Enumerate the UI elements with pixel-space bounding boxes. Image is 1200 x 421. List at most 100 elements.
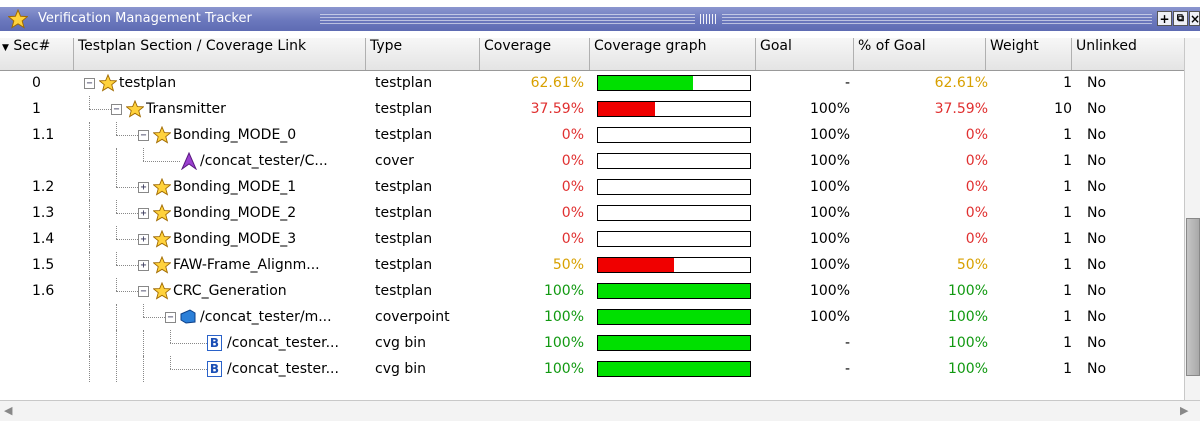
section-name[interactable]: /concat_tester/m...: [200, 304, 372, 330]
restore-button[interactable]: ⧉: [1173, 11, 1188, 26]
table-row[interactable]: 1.6 − CRC_Generation testplan 100% 100% 100% 1 N…: [0, 278, 1184, 304]
tree-guide-line: [170, 330, 171, 343]
table-row[interactable]: 1 − Transmitter testplan 37.59% 100% 37.59% 10 N…: [0, 96, 1184, 122]
table-row[interactable]: B/concat_tester... cvg bin 100% - 100% 1 No: [0, 356, 1184, 382]
column-header-sec[interactable]: ▼ Sec#: [0, 38, 74, 70]
collapse-icon[interactable]: −: [138, 286, 149, 297]
goal-value: 100%: [809, 179, 850, 195]
collapse-icon[interactable]: −: [138, 130, 149, 141]
scroll-right-icon[interactable]: ▶: [1180, 404, 1188, 417]
horizontal-scrollbar[interactable]: ◀ ▶: [0, 400, 1200, 421]
tree-guide-line: [89, 252, 90, 278]
coverage-bar: [597, 283, 751, 299]
star-icon: [152, 125, 172, 148]
section-number: [32, 356, 74, 382]
tree-guide-line: [89, 148, 90, 174]
table-row[interactable]: /concat_tester/C... cover 0% 100% 0% 1 No: [0, 148, 1184, 174]
section-name[interactable]: Bonding_MODE_1: [173, 174, 372, 200]
column-header-weight[interactable]: Weight: [986, 38, 1072, 70]
section-number: 1.4: [32, 231, 55, 247]
table-row[interactable]: − /concat_tester/m... coverpoint 100% 100% 10…: [0, 304, 1184, 330]
title-bar[interactable]: Verification Management Tracker + ⧉ ×: [0, 7, 1200, 31]
goal-value: 100%: [809, 127, 850, 143]
tree-guide-line: [143, 304, 144, 317]
tree-guide-line: [116, 187, 138, 188]
section-name[interactable]: CRC_Generation: [173, 278, 372, 304]
collapse-icon[interactable]: −: [84, 78, 95, 89]
section-name[interactable]: /concat_tester...: [227, 356, 372, 382]
goal-value: 100%: [809, 283, 850, 299]
percent-of-goal: 62.61%: [934, 75, 988, 91]
section-name[interactable]: Bonding_MODE_0: [173, 122, 372, 148]
weight-value: 1: [1063, 309, 1072, 325]
tree-guide-line: [170, 369, 207, 370]
section-number: 1: [32, 101, 41, 117]
collapse-icon[interactable]: −: [111, 104, 122, 115]
expand-icon[interactable]: +: [138, 208, 149, 219]
weight-value: 1: [1063, 361, 1072, 377]
section-name[interactable]: testplan: [119, 70, 372, 96]
column-header-section[interactable]: Testplan Section / Coverage Link: [74, 38, 366, 70]
column-header-coverage-graph[interactable]: Coverage graph: [590, 38, 756, 70]
section-number: [32, 304, 74, 330]
unlinked-value: No: [1087, 283, 1107, 299]
weight-value: 10: [1054, 101, 1072, 117]
title-grip-handle[interactable]: [700, 14, 718, 24]
goal-value: -: [844, 335, 850, 351]
vertical-scroll-thumb[interactable]: [1186, 218, 1200, 376]
table-row[interactable]: 1.2 + Bonding_MODE_1 testplan 0% 100% 0% 1 No: [0, 174, 1184, 200]
tree-guide-line: [116, 226, 117, 239]
section-name[interactable]: /concat_tester...: [227, 330, 372, 356]
coverage-value: 50%: [552, 257, 584, 273]
column-header-type[interactable]: Type: [366, 38, 480, 70]
section-name[interactable]: /concat_tester/C...: [200, 148, 372, 174]
unlinked-value: No: [1087, 257, 1107, 273]
table-row[interactable]: 1.4 + Bonding_MODE_3 testplan 0% 100% 0% 1 No: [0, 226, 1184, 252]
tree-guide-line: [170, 343, 207, 344]
star-icon: [7, 8, 29, 33]
column-header-unlinked[interactable]: Unlinked: [1072, 38, 1184, 70]
coverage-value: 0%: [561, 127, 584, 143]
star-icon: [152, 255, 172, 278]
percent-of-goal: 0%: [965, 205, 988, 221]
add-button[interactable]: +: [1157, 11, 1172, 26]
table-row[interactable]: 1.1 − Bonding_MODE_0 testplan 0% 100% 0% 1 No: [0, 122, 1184, 148]
table-row[interactable]: 1.3 + Bonding_MODE_2 testplan 0% 100% 0% 1 No: [0, 200, 1184, 226]
tree-guide-line: [143, 317, 165, 318]
table-row[interactable]: 0 − testplan testplan 62.61% - 62.61% 1 No: [0, 70, 1184, 96]
close-button[interactable]: ×: [1189, 11, 1200, 26]
coverage-bar: [597, 153, 751, 169]
expand-icon[interactable]: +: [138, 260, 149, 271]
section-name[interactable]: Bonding_MODE_3: [173, 226, 372, 252]
unlinked-value: No: [1087, 205, 1107, 221]
goal-value: 100%: [809, 101, 850, 117]
type-cell: cover: [375, 153, 414, 169]
column-header-pct-goal[interactable]: % of Goal: [854, 38, 986, 70]
percent-of-goal: 37.59%: [934, 101, 988, 117]
expand-icon[interactable]: +: [138, 182, 149, 193]
section-name[interactable]: Bonding_MODE_2: [173, 200, 372, 226]
section-name[interactable]: FAW-Frame_Alignm...: [173, 252, 372, 278]
table-row[interactable]: B/concat_tester... cvg bin 100% - 100% 1 No: [0, 330, 1184, 356]
tree-guide-line: [116, 265, 138, 266]
tree-guide-line: [116, 174, 117, 187]
weight-value: 1: [1063, 205, 1072, 221]
unlinked-value: No: [1087, 153, 1107, 169]
scroll-left-icon[interactable]: ◀: [4, 404, 12, 417]
column-header-coverage[interactable]: Coverage: [480, 38, 590, 70]
percent-of-goal: 0%: [965, 179, 988, 195]
tree-guide-line: [89, 226, 90, 252]
tree-guide-line: [143, 356, 144, 382]
vertical-scrollbar[interactable]: [1184, 38, 1200, 400]
expand-icon[interactable]: +: [138, 234, 149, 245]
tree-guide-line: [116, 213, 138, 214]
tree-guide-line: [116, 252, 117, 265]
column-header-goal[interactable]: Goal: [756, 38, 854, 70]
window-title: Verification Management Tracker: [38, 11, 252, 26]
table-row[interactable]: 1.5 + FAW-Frame_Alignm... testplan 50% 100% 50…: [0, 252, 1184, 278]
section-name[interactable]: Transmitter: [146, 96, 372, 122]
tree-guide-line: [89, 356, 90, 382]
coverage-value: 100%: [543, 309, 584, 325]
percent-of-goal: 0%: [965, 153, 988, 169]
collapse-icon[interactable]: −: [165, 312, 176, 323]
